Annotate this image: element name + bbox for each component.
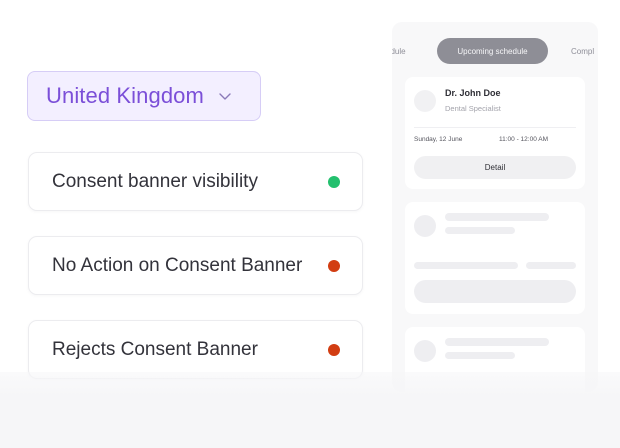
skeleton-card [405,327,585,392]
appointment-date: Sunday, 12 June [414,136,463,143]
chevron-down-icon [218,89,232,103]
skeleton-line [445,227,515,234]
skeleton-line [445,338,549,346]
tab-schedule[interactable]: edule [392,38,406,64]
country-select[interactable]: United Kingdom [27,71,261,121]
consent-item-label: Rejects Consent Banner [52,338,258,360]
consent-item-banner-visibility: Consent banner visibility [28,152,363,211]
appointment-time: 11:00 - 12:00 AM [499,136,549,143]
status-dot-success [328,175,340,188]
doctor-name: Dr. John Doe [445,88,501,98]
skeleton-button [414,280,576,303]
skeleton-line [526,262,576,269]
schedule-phone-mock: edule Upcoming schedule Compl Dr. John D… [392,22,598,392]
skeleton-card [405,202,585,314]
tab-completed[interactable]: Compl [571,38,594,64]
consent-item-label: No Action on Consent Banner [52,254,303,276]
skeleton-avatar [414,340,436,362]
skeleton-line [445,352,515,359]
consent-item-label: Consent banner visibility [52,170,258,192]
avatar [414,90,436,112]
consent-item-no-action: No Action on Consent Banner [28,236,363,295]
skeleton-line [445,213,549,221]
status-dot-error [328,343,340,356]
country-select-label: United Kingdom [46,83,204,108]
divider [414,127,576,128]
status-dot-error [328,259,340,272]
skeleton-avatar [414,215,436,237]
doctor-role: Dental Specialist [445,104,501,113]
tab-upcoming-schedule[interactable]: Upcoming schedule [437,38,548,64]
detail-button[interactable]: Detail [414,156,576,179]
appointment-card: Dr. John Doe Dental Specialist Sunday, 1… [405,77,585,189]
skeleton-line [414,262,518,269]
consent-item-rejects: Rejects Consent Banner [28,320,363,379]
schedule-tabs: edule Upcoming schedule Compl [392,38,598,64]
